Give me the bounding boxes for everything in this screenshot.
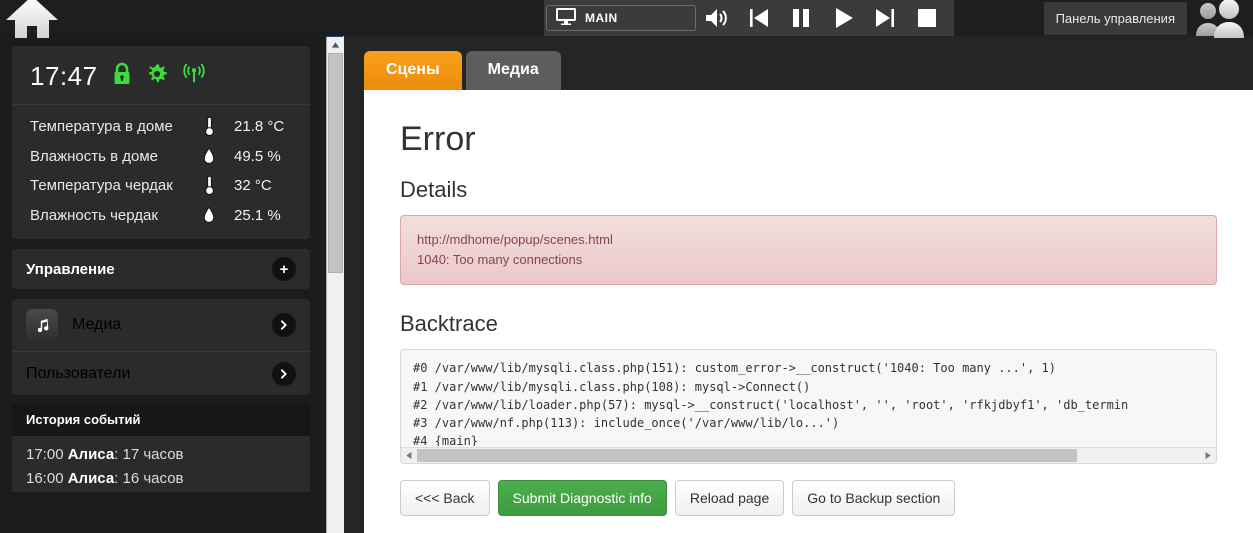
monitor-icon — [555, 7, 577, 30]
content-area: Сцены Медиа Error Details http://mdhome/… — [344, 36, 1253, 533]
stop-icon[interactable] — [906, 0, 948, 36]
error-message: 1040: Too many connections — [417, 252, 583, 268]
sensor-row[interactable]: Температура в доме 21.8 °C — [12, 111, 310, 142]
history-user: Алиса — [67, 446, 115, 463]
sensor-value: 21.8 °C — [234, 118, 285, 135]
sensor-label: Влажность чердак — [30, 206, 158, 224]
back-button[interactable]: <<< Back — [400, 480, 490, 517]
users-avatar-icon[interactable] — [1195, 0, 1249, 38]
tab-scenes[interactable]: Сцены — [364, 51, 462, 90]
next-icon[interactable] — [864, 0, 906, 36]
music-note-icon — [26, 309, 58, 341]
chevron-right-icon[interactable] — [272, 361, 296, 386]
chevron-right-icon[interactable] — [272, 313, 296, 337]
screen-selector-button[interactable]: MAIN — [546, 5, 696, 31]
backtrace-code: #0 /var/www/lib/mysqli.class.php(151): c… — [413, 361, 1129, 447]
history-title: История событий — [12, 403, 310, 436]
details-heading: Details — [400, 177, 468, 202]
sensor-row[interactable]: Влажность в доме 49.5 % — [12, 142, 310, 170]
scroll-up-arrow-icon[interactable] — [327, 36, 344, 53]
sensor-label: Влажность в доме — [30, 147, 158, 165]
status-row: 17:47 — [12, 46, 310, 104]
sidebar-item-control[interactable]: Управление + — [12, 249, 310, 289]
control-section-title: Управление — [26, 260, 115, 278]
error-page: Error Details http://mdhome/popup/scenes… — [364, 90, 1253, 533]
status-card: 17:47 Температура в доме 21.8 °C Влажнос… — [12, 46, 310, 239]
topbar-right-group: Панель управления — [1043, 0, 1253, 38]
screen-selector-label: MAIN — [585, 11, 618, 25]
media-section-title: Медиа — [72, 316, 122, 333]
thermometer-icon — [198, 175, 220, 196]
lock-icon[interactable] — [112, 62, 132, 91]
scrollbar-track[interactable] — [417, 449, 1200, 463]
gear-icon[interactable] — [146, 63, 168, 90]
top-toolbar: MAIN Панель управления — [0, 0, 1253, 38]
plus-icon[interactable]: + — [272, 257, 296, 281]
water-drop-icon — [198, 147, 220, 165]
sensor-value: 32 °C — [234, 177, 272, 194]
error-url: http://mdhome/popup/scenes.html — [417, 232, 613, 247]
previous-icon[interactable] — [738, 0, 780, 36]
backtrace-box: #0 /var/www/lib/mysqli.class.php(151): c… — [400, 349, 1217, 465]
scrollbar-thumb[interactable] — [328, 53, 343, 273]
go-to-backup-section-button[interactable]: Go to Backup section — [792, 480, 956, 517]
error-details-box: http://mdhome/popup/scenes.html 1040: To… — [400, 215, 1217, 286]
backtrace-horizontal-scrollbar[interactable] — [401, 447, 1216, 464]
sensor-row[interactable]: Влажность чердак 25.1 % — [12, 201, 310, 229]
users-section-title: Пользователи — [26, 364, 131, 382]
sensor-row[interactable]: Температура чердак 32 °C — [12, 170, 310, 201]
pause-icon[interactable] — [780, 0, 822, 36]
play-icon[interactable] — [822, 0, 864, 36]
action-buttons: <<< Back Submit Diagnostic info Reload p… — [400, 464, 1217, 517]
sidebar: 17:47 Температура в доме 21.8 °C Влажнос… — [0, 36, 322, 533]
tab-media[interactable]: Медиа — [465, 51, 561, 90]
thermometer-icon — [198, 116, 220, 137]
frame-vertical-scrollbar[interactable] — [326, 36, 344, 533]
backtrace-heading: Backtrace — [400, 311, 498, 337]
history-list: 17:00 Алиса: 17 часов 16:00 Алиса: 16 ча… — [12, 436, 310, 492]
list-item[interactable]: 17:00 Алиса: 17 часов — [26, 444, 296, 468]
volume-icon[interactable] — [696, 0, 738, 36]
sidebar-group: Медиа Пользователи — [12, 299, 310, 395]
sensor-list: Температура в доме 21.8 °C Влажность в д… — [12, 104, 310, 239]
sidebar-item-media[interactable]: Медиа — [12, 299, 310, 351]
home-icon[interactable] — [4, 0, 60, 38]
control-panel-button[interactable]: Панель управления — [1043, 1, 1187, 35]
sensor-value: 25.1 % — [234, 206, 281, 224]
playback-toolbar: MAIN — [544, 0, 954, 36]
history-text: 17 часов — [122, 446, 184, 463]
scroll-right-arrow-icon[interactable] — [1200, 451, 1216, 460]
history-time: 17:00 — [26, 446, 64, 463]
scrollbar-thumb[interactable] — [417, 449, 1077, 463]
sensor-label: Температура чердак — [30, 177, 173, 194]
history-text: 16 часов — [122, 470, 184, 487]
sensor-value: 49.5 % — [234, 147, 281, 165]
tab-bar: Сцены Медиа — [344, 36, 1253, 90]
submit-diagnostic-info-button[interactable]: Submit Diagnostic info — [497, 480, 667, 517]
water-drop-icon — [198, 206, 220, 224]
clock-label: 17:47 — [30, 60, 98, 91]
wifi-signal-icon[interactable] — [182, 62, 206, 90]
history-user: Алиса — [67, 470, 115, 487]
page-title: Error — [400, 120, 476, 158]
history-time: 16:00 — [26, 470, 64, 487]
list-item[interactable]: 16:00 Алиса: 16 часов — [26, 468, 296, 492]
sidebar-item-users[interactable]: Пользователи — [12, 351, 310, 395]
sensor-label: Температура в доме — [30, 118, 173, 135]
reload-page-button[interactable]: Reload page — [674, 480, 785, 517]
scroll-left-arrow-icon[interactable] — [401, 451, 417, 460]
